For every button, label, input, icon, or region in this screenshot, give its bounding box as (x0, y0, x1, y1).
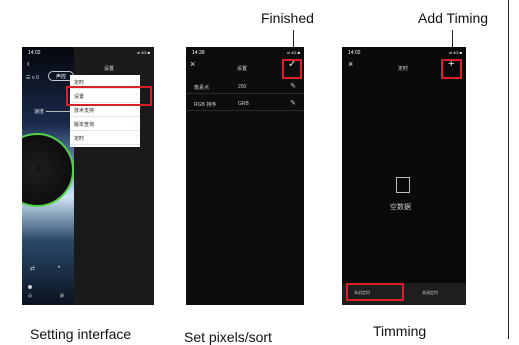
row-pixels-label: 像素点 (194, 85, 210, 91)
page-title: 设置 (104, 66, 115, 72)
callout-add-timing: Add Timing (418, 10, 489, 26)
phone-set-pixels: 14:39 ııl 4G ■ × 设置 ✓ 像素点 200 ✎ RGB 排序 G… (186, 47, 304, 305)
close-icon[interactable]: × (348, 59, 353, 69)
row-pixels-value: 200 (238, 84, 247, 90)
page-title: 设置 (237, 66, 248, 72)
status-time: 14:02 (28, 50, 41, 56)
caption-set-pixels: Set pixels/sort (184, 329, 272, 345)
tab-icon-1[interactable] (28, 285, 32, 289)
status-signal: ııl 4G ■ (136, 50, 150, 55)
row-rgb-value: GRB (238, 101, 249, 107)
status-bar: 14:02 ııl 4G ■ (22, 47, 154, 57)
highlight-settings (66, 86, 152, 106)
tab-label-2: 静 (60, 293, 64, 298)
caption-setting-interface: Setting interface (30, 326, 132, 342)
page-title: 定时 (398, 66, 409, 72)
caption-timing: Timming (373, 323, 427, 339)
status-time: 14:02 (348, 50, 361, 56)
edit-icon[interactable]: ✎ (290, 82, 296, 90)
close-icon[interactable]: × (190, 59, 195, 69)
highlight-local-timing (346, 283, 404, 301)
list-icon[interactable]: ☰ ≡ 0 (26, 75, 39, 81)
status-bar: 14:02 ııl 4G ■ (342, 47, 466, 57)
dot-icon[interactable]: • (58, 265, 60, 271)
empty-icon (396, 177, 410, 193)
status-bar: 14:39 ııl 4G ■ (186, 47, 304, 57)
shuffle-icon[interactable]: ⇄ (30, 265, 35, 272)
highlight-add-timing (441, 59, 462, 79)
speed-label: 速度 (34, 109, 45, 115)
status-signal: ııl 4G ■ (286, 50, 300, 55)
row-rgb-order[interactable]: RGB 排序 GRB ✎ (186, 96, 304, 111)
edit-icon[interactable]: ✎ (290, 99, 296, 107)
callout-finished: Finished (261, 10, 314, 26)
row-pixels[interactable]: 像素点 200 ✎ (186, 79, 304, 94)
row-rgb-label: RGB 排序 (194, 102, 217, 108)
status-time: 14:39 (192, 50, 205, 56)
back-icon[interactable]: ‹ (27, 59, 30, 68)
phone-timing: 14:02 ııl 4G ■ × 定时 + 空数据 本机定时 关闭定时 (342, 47, 466, 305)
highlight-finished (282, 59, 302, 79)
ring-center (36, 165, 42, 171)
tab-label-1: 动 (28, 293, 32, 298)
menu-item-version[interactable]: 版本查询 › (70, 117, 140, 131)
tab-close-timing[interactable]: 关闭定时 (422, 290, 438, 296)
phone-setting-interface: 14:02 ııl 4G ■ ‹ 设置 ☰ ≡ 0 声控 速度 定时 › 设置 › … (22, 47, 154, 305)
menu-item-timing-2[interactable]: 定时 › (70, 131, 140, 145)
frame-edge-line (508, 0, 509, 339)
empty-text: 空数据 (390, 204, 411, 211)
status-signal: ııl 4G ■ (448, 50, 462, 55)
